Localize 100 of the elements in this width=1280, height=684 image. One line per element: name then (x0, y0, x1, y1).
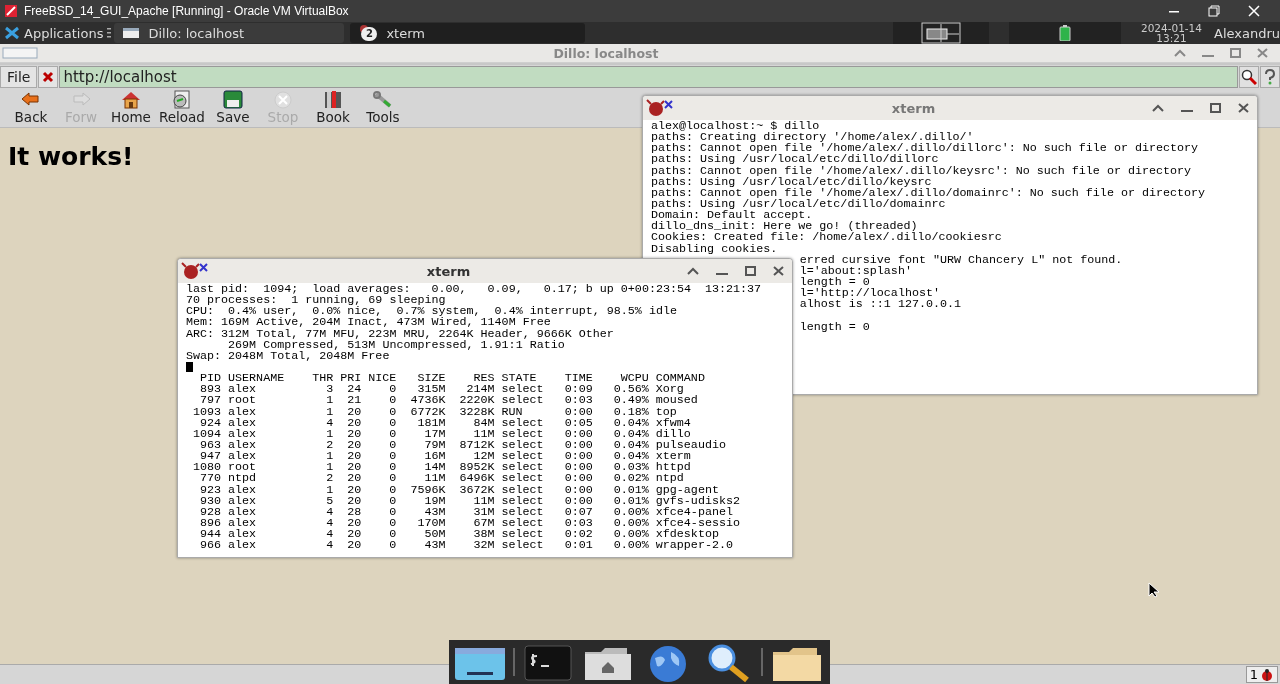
file-menu[interactable]: File (0, 66, 38, 88)
window-title: xterm (425, 263, 472, 279)
taskbar-button[interactable]: 2 xterm (350, 23, 586, 43)
table-cell-text: 0 (388, 428, 397, 440)
table-cell-text: 0.04% (612, 439, 649, 452)
terminal-line: paths: Using /usr/local/etc/dillo/domainrc (651, 199, 947, 211)
table-cell-text: 11M (423, 473, 446, 485)
column-header: COMMAND (655, 373, 706, 385)
table-cell-text: 0 (388, 417, 397, 429)
table-cell-text: 20 (346, 406, 362, 418)
table-cell-text: 0.03% (612, 462, 649, 474)
terminal-line: alhost is ::1 127.0.0.1 (799, 299, 962, 311)
table-cell-text: 0.00% (612, 517, 649, 530)
restore-icon[interactable] (1208, 5, 1220, 17)
maximize-icon[interactable] (1210, 103, 1221, 113)
caret-up-icon[interactable] (687, 267, 699, 275)
table-cell-text: root (228, 462, 258, 474)
table-cell-text: 1 (325, 451, 334, 463)
toolbar-button[interactable]: Tools (357, 89, 408, 127)
table-cell-text: RUN (501, 406, 523, 418)
date-label: 2024-01-14 (1140, 23, 1202, 33)
url-field[interactable]: http://localhost (59, 66, 1238, 88)
terminal-line: paths: Cannot open file '/home/alex/.dillo/keysrc': No such file or directory (651, 165, 1193, 177)
maximize-icon[interactable] (745, 266, 756, 276)
search-button[interactable] (1239, 66, 1259, 88)
toolbar-button[interactable]: Save (207, 89, 258, 127)
maximize-icon[interactable] (1230, 48, 1241, 58)
terminal-line: alex@localhost:~ $ dillo (651, 121, 820, 133)
table-cell-text: 0 (388, 395, 397, 407)
toolbar-button[interactable]: Reload (156, 89, 208, 127)
table-cell-text: 28 (346, 506, 362, 518)
table-cell-text: 17M (423, 428, 446, 440)
table-cell-text: gpg-agent (655, 484, 719, 496)
applications-menu[interactable]: Applications (0, 25, 108, 41)
table-cell-text: 0:01 (563, 540, 593, 552)
table-cell-text: 4736K (409, 395, 446, 407)
taskbar-button[interactable]: Dillo: localhost (114, 23, 345, 43)
handle-icon (107, 27, 112, 39)
terminal-line: ARC: 312M Total, 77M MFU, 223M MRU, 2264K Header, 9666K Other (186, 328, 615, 340)
table-cell-text: 0.04% (612, 428, 649, 440)
toolbar-button[interactable]: Back (6, 89, 56, 127)
table-cell-text: 11M (472, 428, 495, 440)
table-cell-text: 928 (199, 506, 222, 518)
workspace-switcher-icon[interactable] (920, 22, 961, 44)
bug-icon[interactable] (1260, 667, 1274, 682)
terminal-line: CPU: 0.4% user, 0.0% nice, 0.7% system, 0.4% interrupt, 98.5% idle (186, 306, 678, 318)
user-name[interactable]: Alexandru (1214, 25, 1280, 41)
table-cell-text: alex (228, 417, 258, 429)
arrow-left-icon (20, 90, 42, 109)
table-cell-text: 0.56% (612, 384, 649, 396)
table-cell-text: gvfs-udisks2 (655, 495, 741, 507)
clear-url-button[interactable] (38, 66, 59, 88)
text-cursor (186, 362, 193, 372)
caret-up-icon[interactable] (1174, 49, 1186, 57)
table-cell-text: 947 (200, 451, 222, 463)
table-cell-text: root (228, 395, 258, 407)
table-cell-text: select (501, 540, 545, 552)
caret-up-icon[interactable] (1152, 104, 1164, 112)
table-cell-text: 12M (473, 451, 495, 463)
table-cell-text: 0 (388, 406, 397, 418)
toolbar-button[interactable]: Book (307, 89, 358, 127)
terminal-line: last pid: 1094; load averages: 0.00, 0.09, 0.17; b up 0+00:23:54 13:21:37 (186, 284, 763, 296)
table-cell-text: 315M (417, 384, 446, 396)
table-cell-text: 0 (388, 451, 397, 463)
table-cell-text: ntpd (228, 473, 258, 485)
close-icon[interactable] (773, 266, 784, 276)
table-cell-text: 0:07 (563, 506, 593, 518)
time-label: 13:21 (1156, 33, 1187, 43)
table-cell-text: 2220K (458, 395, 495, 407)
table-cell-text: 0 (388, 495, 397, 507)
terminal-line: paths: Using /usr/local/etc/dillo/dillorc (651, 154, 939, 166)
close-icon[interactable] (1238, 103, 1249, 113)
table-cell-text: 38M (472, 529, 495, 541)
table-cell-text: select (501, 529, 545, 541)
wrench-icon (371, 90, 394, 109)
help-button[interactable] (1260, 66, 1280, 88)
table-cell-text: 896 (199, 517, 222, 530)
floppy-icon (221, 90, 244, 109)
table-cell-text: alex (228, 428, 258, 440)
terminal-line: 70 processes: 1 running, 69 sleeping (186, 295, 446, 307)
table-cell-text: wrapper-2.0 (655, 540, 734, 552)
table-cell-text: 0 (388, 384, 397, 396)
terminal-line: paths: Cannot open file '/home/alex/.dillo/dillorc': No such file or directory (651, 143, 1200, 155)
table-cell-text: 0 (388, 462, 397, 474)
table-cell-text: select (501, 506, 545, 518)
table-cell-text: 11M (472, 495, 495, 507)
table-cell-text: 0:00 (563, 451, 593, 463)
table-cell-text: select (501, 517, 545, 530)
table-cell-text: 20 (346, 473, 362, 485)
terminal-line: paths: Creating directory '/home/alex/.dillo/' (651, 132, 974, 144)
table-cell-text: 8712K (458, 439, 495, 452)
table-cell-text: alex (228, 495, 258, 507)
toolbar-button[interactable]: Home (106, 89, 156, 127)
table-cell-text: 0.02% (612, 473, 649, 485)
table-cell-text: 4 (325, 517, 334, 530)
table-cell-text: pulseaudio (655, 439, 727, 452)
column-header: THR (311, 373, 334, 385)
terminal-line: Mem: 169M Active, 204M Inact, 473M Wired, 1140M Free (186, 317, 551, 329)
window-title: FreeBSD_14_GUI_Apache [Running] - Oracle VM VirtualBox (24, 4, 350, 18)
table-cell-text: xfce4-panel (655, 506, 733, 518)
